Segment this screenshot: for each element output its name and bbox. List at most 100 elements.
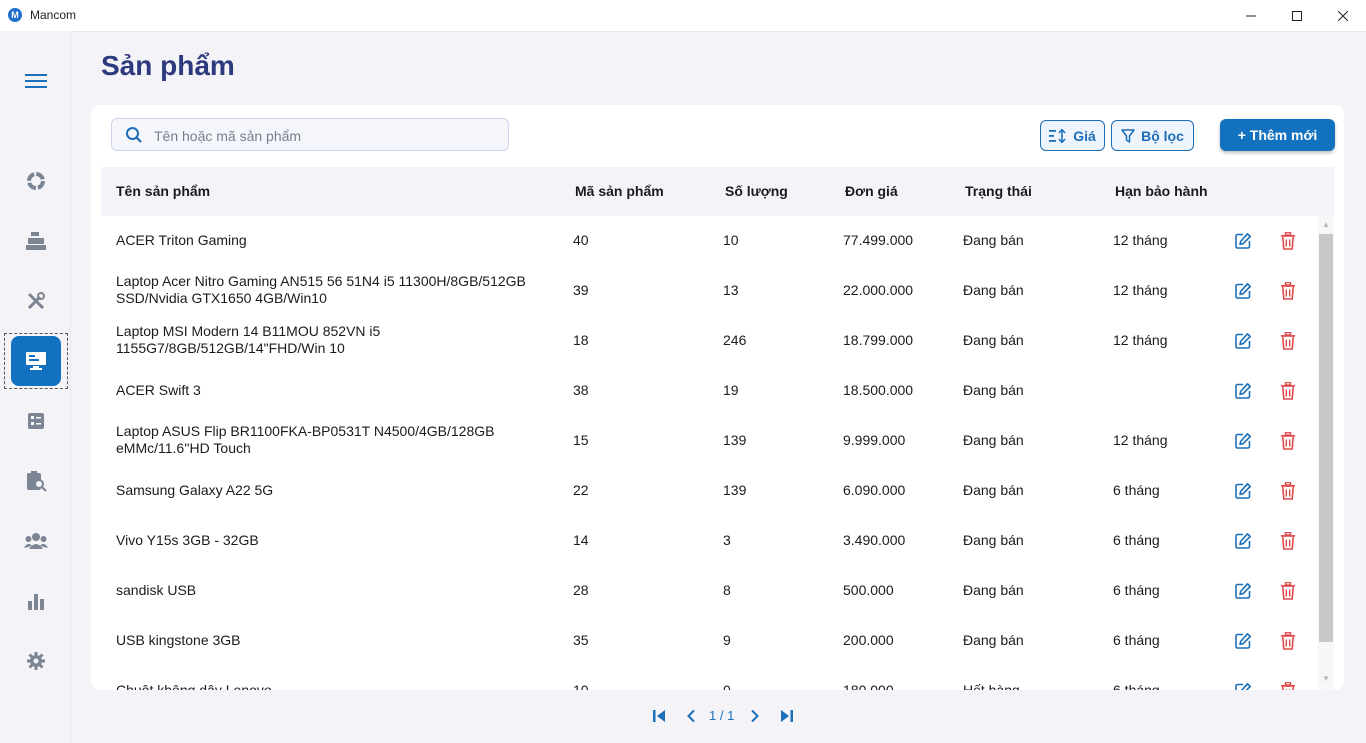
menu-toggle-button[interactable] <box>11 56 61 106</box>
table-row[interactable]: Laptop MSI Modern 14 B11MOU 852VN i5 115… <box>101 316 1317 366</box>
delete-button[interactable] <box>1278 531 1298 551</box>
close-button[interactable] <box>1320 0 1366 31</box>
delete-button[interactable] <box>1278 431 1298 451</box>
sidebar-item-products[interactable] <box>11 336 61 386</box>
product-code: 28 <box>573 582 589 598</box>
trash-icon <box>1281 332 1295 350</box>
search-input[interactable] <box>152 119 506 152</box>
search-icon <box>126 127 142 143</box>
window-title: Mancom <box>30 8 77 22</box>
column-header-warranty[interactable]: Hạn bảo hành <box>1115 183 1208 199</box>
table-row[interactable]: ACER Swift 3 38 19 18.500.000 Đang bán <box>101 366 1317 416</box>
scroll-down-icon[interactable]: ▼ <box>1322 674 1330 683</box>
edit-button[interactable] <box>1233 681 1253 690</box>
product-price: 3.490.000 <box>843 532 906 548</box>
edit-icon <box>1235 283 1251 299</box>
trash-icon <box>1281 632 1295 650</box>
product-name: Laptop MSI Modern 14 B11MOU 852VN i5 115… <box>116 323 381 356</box>
edit-button[interactable] <box>1233 631 1253 651</box>
delete-button[interactable] <box>1278 631 1298 651</box>
sort-price-label: Giá <box>1073 127 1096 144</box>
edit-button[interactable] <box>1233 381 1253 401</box>
sidebar-item-warranty[interactable] <box>11 456 61 506</box>
delete-button[interactable] <box>1278 481 1298 501</box>
hamburger-icon <box>25 74 47 88</box>
add-product-button[interactable]: + Thêm mới <box>1220 119 1335 151</box>
product-code: 22 <box>573 482 589 498</box>
scroll-thumb[interactable] <box>1319 234 1333 642</box>
table-row[interactable]: Laptop Acer Nitro Gaming AN515 56 51N4 i… <box>101 266 1317 316</box>
product-warranty: 6 tháng <box>1113 632 1160 648</box>
next-page-button[interactable] <box>745 706 765 726</box>
maximize-icon <box>1292 10 1302 21</box>
table-row[interactable]: USB kingstone 3GB 35 9 200.000 Đang bán 6 thá… <box>101 616 1317 666</box>
minimize-button[interactable] <box>1228 0 1274 31</box>
sidebar-item-pos[interactable] <box>11 216 61 266</box>
table-header: Tên sản phẩm Mã sản phẩm Số lượng Đơn gi… <box>101 167 1334 216</box>
table-row[interactable]: Vivo Y15s 3GB - 32GB 14 3 3.490.000 Đang bán… <box>101 516 1317 566</box>
delete-button[interactable] <box>1278 231 1298 251</box>
edit-button[interactable] <box>1233 581 1253 601</box>
edit-icon <box>1235 333 1251 349</box>
list-icon <box>28 413 44 429</box>
first-page-button[interactable] <box>649 706 669 726</box>
sidebar-item-dashboard[interactable] <box>11 156 61 206</box>
product-name: ACER Triton Gaming <box>116 232 247 248</box>
product-price: 200.000 <box>843 632 894 648</box>
table-row[interactable]: Laptop ASUS Flip BR1100FKA-BP0531T N4500… <box>101 416 1317 466</box>
clipboard-search-icon <box>27 471 47 492</box>
product-status: Đang bán <box>963 582 1024 598</box>
table-scrollbar[interactable]: ▲ ▼ <box>1318 216 1334 690</box>
app-logo-icon: M <box>8 8 22 22</box>
product-quantity: 139 <box>723 432 747 448</box>
column-header-name[interactable]: Tên sản phẩm <box>116 183 210 199</box>
table-row[interactable]: Chuột không dây Lenovo 10 0 180.000 Hết hàng… <box>101 666 1317 690</box>
delete-button[interactable] <box>1278 581 1298 601</box>
product-warranty: 12 tháng <box>1113 232 1168 248</box>
edit-button[interactable] <box>1233 531 1253 551</box>
column-header-quantity[interactable]: Số lượng <box>725 183 788 199</box>
sort-price-button[interactable]: Giá <box>1040 120 1105 151</box>
table-row[interactable]: ACER Triton Gaming 40 10 77.499.000 Đang bán… <box>101 216 1317 266</box>
product-quantity: 139 <box>723 482 747 498</box>
last-page-button[interactable] <box>777 706 797 726</box>
sidebar-item-repair[interactable] <box>11 276 61 326</box>
table-row[interactable]: Samsung Galaxy A22 5G 22 139 6.090.000 Đang … <box>101 466 1317 516</box>
product-status: Đang bán <box>963 482 1024 498</box>
maximize-button[interactable] <box>1274 0 1320 31</box>
page-title: Sản phẩm <box>101 50 235 81</box>
trash-icon <box>1281 282 1295 300</box>
trash-icon <box>1281 382 1295 400</box>
edit-button[interactable] <box>1233 431 1253 451</box>
edit-button[interactable] <box>1233 281 1253 301</box>
edit-button[interactable] <box>1233 231 1253 251</box>
edit-button[interactable] <box>1233 331 1253 351</box>
filter-icon <box>1121 128 1135 143</box>
sidebar-item-settings[interactable] <box>11 636 61 686</box>
column-header-code[interactable]: Mã sản phẩm <box>575 183 664 199</box>
delete-button[interactable] <box>1278 381 1298 401</box>
bar-chart-icon <box>28 594 44 610</box>
filter-button[interactable]: Bộ lọc <box>1111 120 1194 151</box>
scroll-up-icon[interactable]: ▲ <box>1322 220 1330 229</box>
product-price: 9.999.000 <box>843 432 906 448</box>
column-header-status[interactable]: Trạng thái <box>965 183 1032 199</box>
sidebar-item-orders[interactable] <box>11 396 61 446</box>
edit-icon <box>1235 383 1251 399</box>
delete-button[interactable] <box>1278 281 1298 301</box>
product-quantity: 246 <box>723 332 747 348</box>
product-warranty: 6 tháng <box>1113 682 1160 690</box>
table-row[interactable]: sandisk USB 28 8 500.000 Đang bán 6 tháng <box>101 566 1317 616</box>
product-warranty: 12 tháng <box>1113 282 1168 298</box>
edit-button[interactable] <box>1233 481 1253 501</box>
sidebar-item-customers[interactable] <box>11 516 61 566</box>
delete-button[interactable] <box>1278 681 1298 690</box>
column-header-price[interactable]: Đơn giá <box>845 183 898 199</box>
product-code: 15 <box>573 432 589 448</box>
delete-button[interactable] <box>1278 331 1298 351</box>
sidebar-item-reports[interactable] <box>11 576 61 626</box>
previous-page-button[interactable] <box>681 706 701 726</box>
product-status: Đang bán <box>963 382 1024 398</box>
product-status: Đang bán <box>963 432 1024 448</box>
product-name: Samsung Galaxy A22 5G <box>116 482 274 498</box>
